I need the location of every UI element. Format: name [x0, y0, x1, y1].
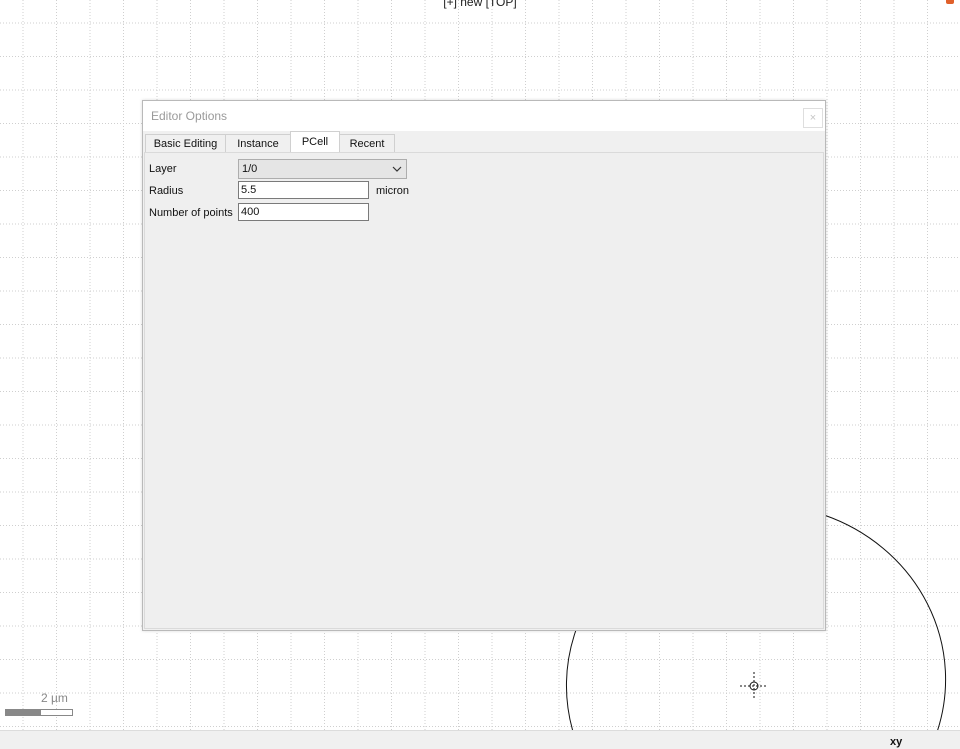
tab-basic-editing[interactable]: Basic Editing [145, 134, 226, 152]
layer-label: Layer [149, 163, 177, 175]
layer-select[interactable]: 1/0 [238, 159, 407, 179]
layer-select-value: 1/0 [242, 163, 258, 175]
window-corner-icon[interactable] [946, 0, 954, 4]
scale-bar-ruler [5, 709, 73, 716]
crosshair-icon [740, 672, 768, 700]
points-label: Number of points [149, 207, 233, 219]
points-input[interactable]: 400 [238, 203, 369, 221]
tab-instance[interactable]: Instance [225, 134, 291, 152]
radius-label: Radius [149, 185, 184, 197]
tab-pcell[interactable]: PCell [290, 131, 340, 153]
scale-bar-label: 2 µm [41, 691, 68, 705]
dialog-titlebar[interactable]: Editor Options × [143, 101, 825, 131]
pcell-panel: Layer 1/0 Radius 5.5 micron Number of po… [144, 152, 824, 629]
circle-shape-left[interactable] [565, 629, 577, 730]
scale-bar-fill [6, 710, 41, 715]
layout-canvas[interactable]: [+] new [TOP] 2 µm Editor Options × Basi… [0, 0, 960, 730]
status-bar: xy [0, 730, 960, 749]
close-icon[interactable]: × [803, 108, 823, 128]
circle-shape[interactable] [823, 514, 947, 730]
coordinate-mode-label: xy [890, 736, 903, 748]
window-title: [+] new [TOP] [443, 0, 517, 9]
tab-recent[interactable]: Recent [339, 134, 395, 152]
chevron-down-icon [392, 160, 402, 185]
radius-input[interactable]: 5.5 [238, 181, 369, 199]
radius-unit-label: micron [376, 185, 410, 197]
dialog-title: Editor Options [151, 109, 228, 123]
editor-options-dialog: Editor Options × Basic Editing Instance … [142, 100, 826, 631]
